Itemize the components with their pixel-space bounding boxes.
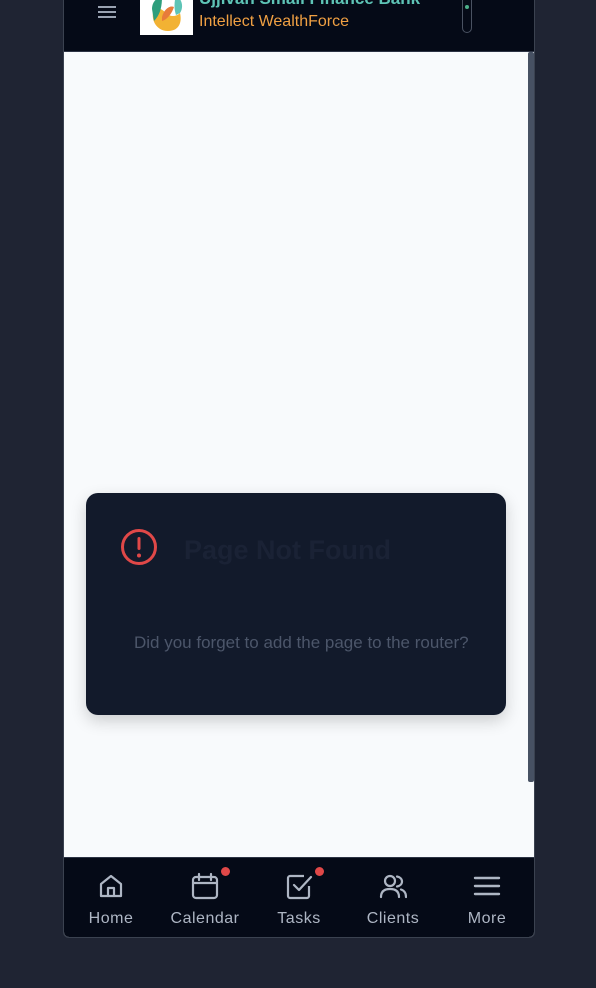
error-message: Did you forget to add the page to the ro… [134,633,469,652]
nav-item-calendar[interactable]: Calendar [158,858,252,937]
calendar-icon [191,872,219,900]
nav-item-home[interactable]: Home [64,858,158,937]
bank-name: Ujjivan Small Finance Bank [199,0,420,9]
error-card: Page Not Found Did you forget to add the… [86,493,506,715]
clients-icon [379,874,407,899]
app-frame: Ujjivan Small Finance Bank Intellect Wea… [63,0,535,938]
tasks-icon [286,874,313,900]
home-icon [99,874,123,898]
alert-circle-icon [121,529,157,565]
toggle-indicator [465,5,469,9]
bank-logo [140,0,193,35]
bottom-navigation: Home Calendar Tasks Clients More [64,857,534,937]
error-title: Page Not Found [184,535,391,565]
nav-item-tasks[interactable]: Tasks [252,858,346,937]
product-name: Intellect WealthForce [199,13,349,30]
nav-label-calendar: Calendar [170,910,240,927]
hamburger-menu-icon[interactable] [98,5,116,19]
tasks-notification-badge [315,867,324,876]
nav-item-more[interactable]: More [440,858,534,937]
nav-label-home: Home [88,910,134,927]
nav-item-clients[interactable]: Clients [346,858,440,937]
header: Ujjivan Small Finance Bank Intellect Wea… [64,0,534,52]
theme-toggle[interactable] [462,0,472,33]
main-content: Page Not Found Did you forget to add the… [64,52,534,857]
menu-icon [473,876,501,896]
calendar-notification-badge [221,867,230,876]
nav-label-clients: Clients [366,910,420,927]
scrollbar[interactable] [528,52,534,782]
nav-label-more: More [467,910,507,927]
nav-label-tasks: Tasks [277,910,321,927]
